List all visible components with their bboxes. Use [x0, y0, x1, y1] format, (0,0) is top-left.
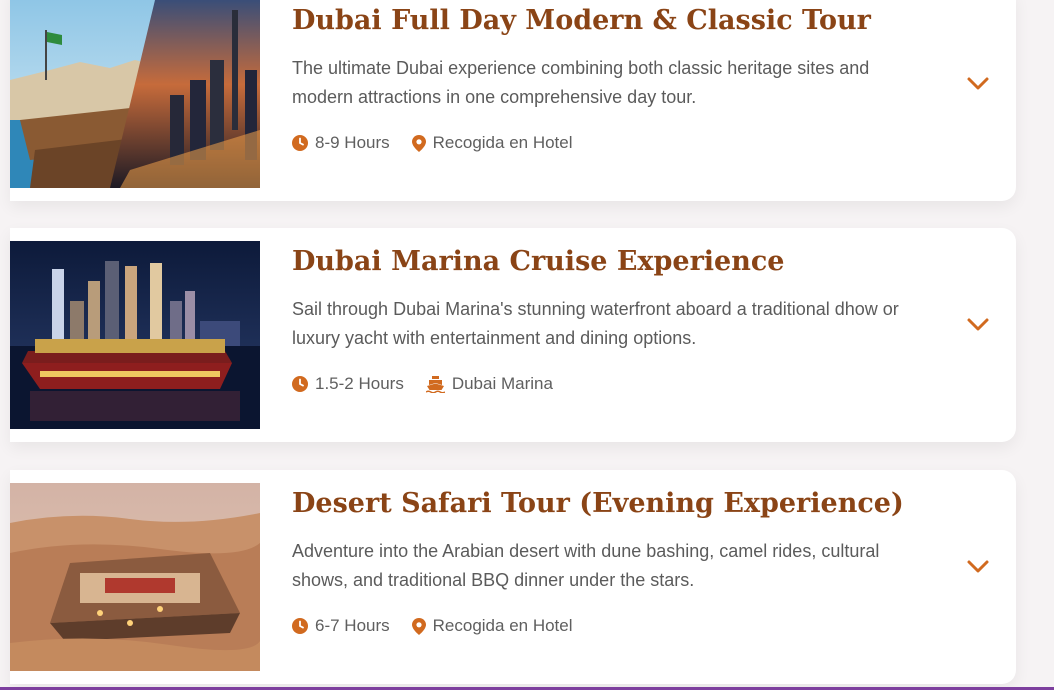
- tour-image-dubai-marina[interactable]: [10, 241, 260, 429]
- map-pin-icon: [411, 134, 426, 152]
- duration-text: 8-9 Hours: [315, 133, 390, 152]
- map-pin-icon: [411, 617, 426, 635]
- tour-meta: 8-9 Hours Recogida en Hotel: [292, 133, 573, 153]
- duration-text: 1.5-2 Hours: [315, 374, 404, 393]
- location: Recogida en Hotel: [411, 616, 573, 636]
- chevron-down-icon[interactable]: [964, 310, 992, 338]
- tour-description: Adventure into the Arabian desert with d…: [292, 541, 880, 590]
- tour-card[interactable]: Dubai Full Day Modern & Classic Tour The…: [10, 0, 1016, 201]
- tour-image-desert-camp[interactable]: [10, 483, 260, 671]
- clock-icon: [292, 618, 308, 634]
- duration: 1.5-2 Hours: [292, 374, 404, 394]
- location-text: Dubai Marina: [451, 374, 553, 393]
- tour-meta: 1.5-2 Hours Dubai Marina: [292, 374, 553, 394]
- chevron-down-icon[interactable]: [964, 69, 992, 97]
- tour-title[interactable]: Desert Safari Tour (Evening Experience): [292, 488, 904, 519]
- tour-description: The ultimate Dubai experience combining …: [292, 58, 870, 107]
- tour-card[interactable]: Desert Safari Tour (Evening Experience) …: [10, 470, 1016, 684]
- tour-card[interactable]: Dubai Marina Cruise Experience Sail thro…: [10, 228, 1016, 442]
- location-text: Recogida en Hotel: [432, 616, 573, 635]
- tour-meta: 6-7 Hours Recogida en Hotel: [292, 616, 573, 636]
- ship-icon: [425, 375, 445, 393]
- duration: 6-7 Hours: [292, 616, 390, 636]
- chevron-down-icon[interactable]: [964, 552, 992, 580]
- duration-text: 6-7 Hours: [315, 616, 390, 635]
- location-text: Recogida en Hotel: [432, 133, 573, 152]
- tour-description: Sail through Dubai Marina's stunning wat…: [292, 299, 899, 348]
- location: Recogida en Hotel: [411, 133, 573, 153]
- tour-title[interactable]: Dubai Marina Cruise Experience: [292, 246, 785, 277]
- clock-icon: [292, 135, 308, 151]
- duration: 8-9 Hours: [292, 133, 390, 153]
- tour-title[interactable]: Dubai Full Day Modern & Classic Tour: [292, 5, 871, 36]
- clock-icon: [292, 376, 308, 392]
- location: Dubai Marina: [425, 374, 553, 394]
- tour-image-dubai-classic-modern[interactable]: [10, 0, 260, 188]
